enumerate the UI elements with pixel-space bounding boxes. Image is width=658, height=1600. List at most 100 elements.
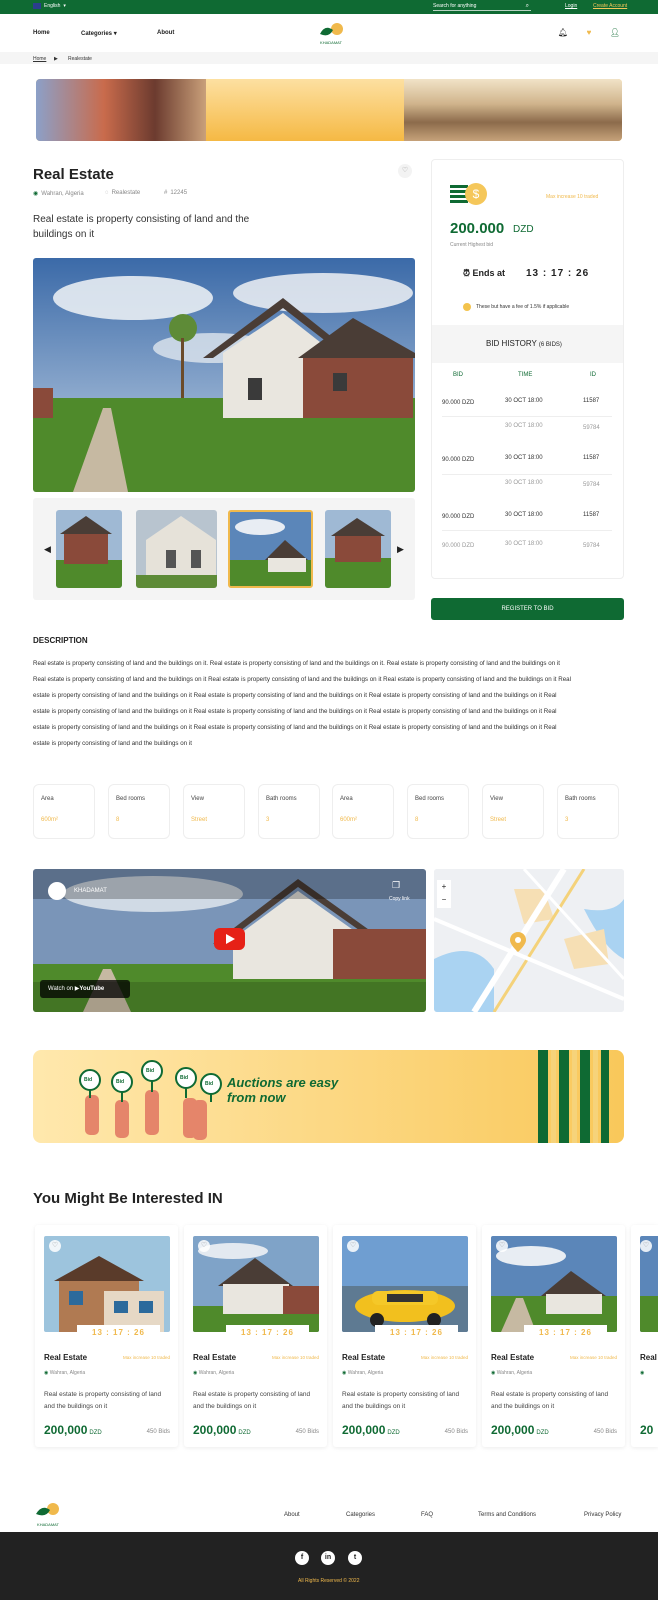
caret-down-icon: ▾ — [113, 31, 117, 37]
card-description: Real estate is property consisting of la… — [342, 1391, 460, 1410]
facebook-icon[interactable]: f — [295, 1551, 309, 1565]
banner-clothes-image — [36, 79, 206, 141]
card-heart-icon[interactable]: ♡ — [496, 1240, 508, 1252]
card-heart-icon[interactable]: ♡ — [198, 1240, 210, 1252]
nav-categories-label: Categories — [81, 31, 113, 37]
zoom-out-icon[interactable]: − — [437, 893, 451, 906]
thumbnail-1[interactable] — [56, 510, 122, 588]
col-bid: BID — [453, 372, 464, 378]
listing-card[interactable]: ♡ 13 : 17 : 26 Real Estate Max increase … — [35, 1225, 178, 1447]
thumbnail-prev-icon[interactable]: ◀ — [44, 544, 51, 555]
language-label: English — [44, 3, 61, 9]
bid-row-1-bid: 90.000 DZD — [442, 400, 475, 406]
nav-home[interactable]: Home — [33, 30, 50, 36]
heart-icon[interactable]: ♥ — [583, 27, 595, 39]
footer-link-faq[interactable]: FAQ — [421, 1512, 433, 1518]
listing-card-partial[interactable]: ♡ Real ◉ 20 — [631, 1225, 658, 1447]
map-pin-icon — [510, 932, 526, 957]
card-title: Real — [640, 1353, 657, 1362]
feature-value: 8 — [415, 817, 419, 823]
banner-line-2: Auctions — [266, 33, 320, 49]
linkedin-icon[interactable]: in — [321, 1551, 335, 1565]
feature-value: 3 — [266, 817, 270, 823]
footer-link-about[interactable]: About — [284, 1512, 300, 1518]
top-search-input[interactable]: Search for anything ⌕ — [433, 3, 531, 11]
card-price: 200,000 DZD — [491, 1423, 549, 1437]
row-divider — [442, 474, 612, 475]
nav-about[interactable]: About — [157, 30, 174, 36]
card-max-increase: Max increase 10 traded — [569, 1355, 617, 1360]
location-pin-icon: ◉ — [193, 1370, 198, 1376]
footer-link-categories[interactable]: Categories — [346, 1512, 375, 1518]
breadcrumb-home[interactable]: Home — [33, 56, 46, 62]
feature-label: Area — [340, 796, 353, 802]
bid-sign-3: Bid — [146, 1068, 155, 1074]
card-location: ◉ Wahran, Algeria — [44, 1370, 85, 1376]
location-map[interactable] — [434, 869, 624, 1012]
listing-card[interactable]: ♡ 13 : 17 : 26 Real Estate Max increase … — [333, 1225, 476, 1447]
card-currency: DZD — [387, 1430, 400, 1436]
bid-row-4-id: 59784 — [583, 482, 600, 488]
card-title: Real Estate — [193, 1353, 237, 1362]
feature-view: View Street — [183, 784, 245, 839]
thumbnail-4[interactable] — [325, 510, 391, 588]
location-pin-icon: ◉ — [44, 1370, 49, 1376]
listing-card[interactable]: ♡ 13 : 17 : 26 Real Estate Max increase … — [184, 1225, 327, 1447]
max-increase-label: Max increase 10 traded — [546, 194, 599, 200]
thumbnail-2[interactable] — [136, 510, 217, 588]
thumbnail-3-selected[interactable] — [228, 510, 313, 588]
category-icon: ◌ — [105, 190, 109, 196]
thumbnail-next-icon[interactable]: ▶ — [397, 544, 404, 555]
bid-row-6-bid: 90.000 DZD — [442, 543, 475, 549]
feature-label: Area — [41, 796, 54, 802]
footer-logo[interactable]: KHADAMAT — [33, 1500, 63, 1528]
search-placeholder: Search for anything — [433, 3, 477, 9]
card-location: ◉ Wahran, Algeria — [193, 1370, 234, 1376]
listing-card[interactable]: ♡ 13 : 17 : 26 Real Estate Max increase … — [482, 1225, 625, 1447]
card-heart-icon[interactable]: ♡ — [640, 1240, 652, 1252]
countdown-timer: 13 : 17 : 26 — [526, 268, 590, 279]
zoom-in-icon[interactable]: + — [437, 880, 451, 893]
language-selector[interactable]: English ▾ — [33, 3, 66, 9]
login-link[interactable]: Login — [565, 3, 577, 9]
register-to-bid-button[interactable]: REGISTER TO BID — [431, 598, 624, 620]
feature-label: View — [490, 796, 503, 802]
favorite-button[interactable]: ♡ — [398, 164, 412, 178]
bid-sign-1: Bid — [84, 1077, 93, 1083]
card-timer: 13 : 17 : 26 — [77, 1325, 160, 1341]
card-currency: DZD — [238, 1430, 251, 1436]
location-pin-icon: ◉ — [640, 1370, 645, 1376]
user-icon[interactable]: 👤︎ — [609, 27, 621, 39]
card-price: 200,000 DZD — [44, 1423, 102, 1437]
card-price-value: 200,000 — [342, 1423, 386, 1437]
card-heart-icon[interactable]: ♡ — [49, 1240, 61, 1252]
nav-categories[interactable]: Categories ▾ — [81, 30, 117, 37]
card-description: Real estate is property consisting of la… — [491, 1391, 609, 1410]
card-description: Real estate is property consisting of la… — [44, 1391, 162, 1410]
ends-at: ⏰︎ Ends at — [463, 268, 505, 279]
promo-line-2: from now — [227, 1090, 286, 1105]
card-price: 20 — [640, 1423, 654, 1437]
card-title: Real Estate — [44, 1353, 88, 1362]
main-property-photo — [33, 258, 415, 492]
card-price-value: 200,000 — [44, 1423, 88, 1437]
card-currency: DZD — [536, 1430, 549, 1436]
card-heart-icon[interactable]: ♡ — [347, 1240, 359, 1252]
copy-icon[interactable]: ❐ — [392, 880, 400, 891]
feature-area: Area 600m² — [33, 784, 95, 839]
bell-icon[interactable]: 🔔︎ — [557, 27, 569, 39]
site-logo[interactable]: KHADAMAT — [315, 20, 347, 46]
channel-avatar[interactable] — [48, 882, 66, 900]
footer-link-terms[interactable]: Terms and Conditions — [478, 1512, 536, 1518]
twitter-icon[interactable]: t — [348, 1551, 362, 1565]
youtube-play-button[interactable] — [214, 928, 245, 950]
breadcrumb-separator-icon: ▶ — [54, 56, 58, 62]
watch-on-youtube-button[interactable]: Watch on ▶YouTube — [40, 980, 130, 998]
footer-link-privacy[interactable]: Privacy Policy — [584, 1512, 621, 1518]
create-account-link[interactable]: Create Account — [593, 3, 627, 9]
card-image — [491, 1236, 617, 1332]
stores-auctions-banner[interactable] — [36, 79, 622, 141]
search-icon[interactable]: ⌕ — [526, 3, 529, 10]
top-bar — [0, 0, 658, 14]
bid-row-5-id: 11587 — [583, 512, 600, 518]
